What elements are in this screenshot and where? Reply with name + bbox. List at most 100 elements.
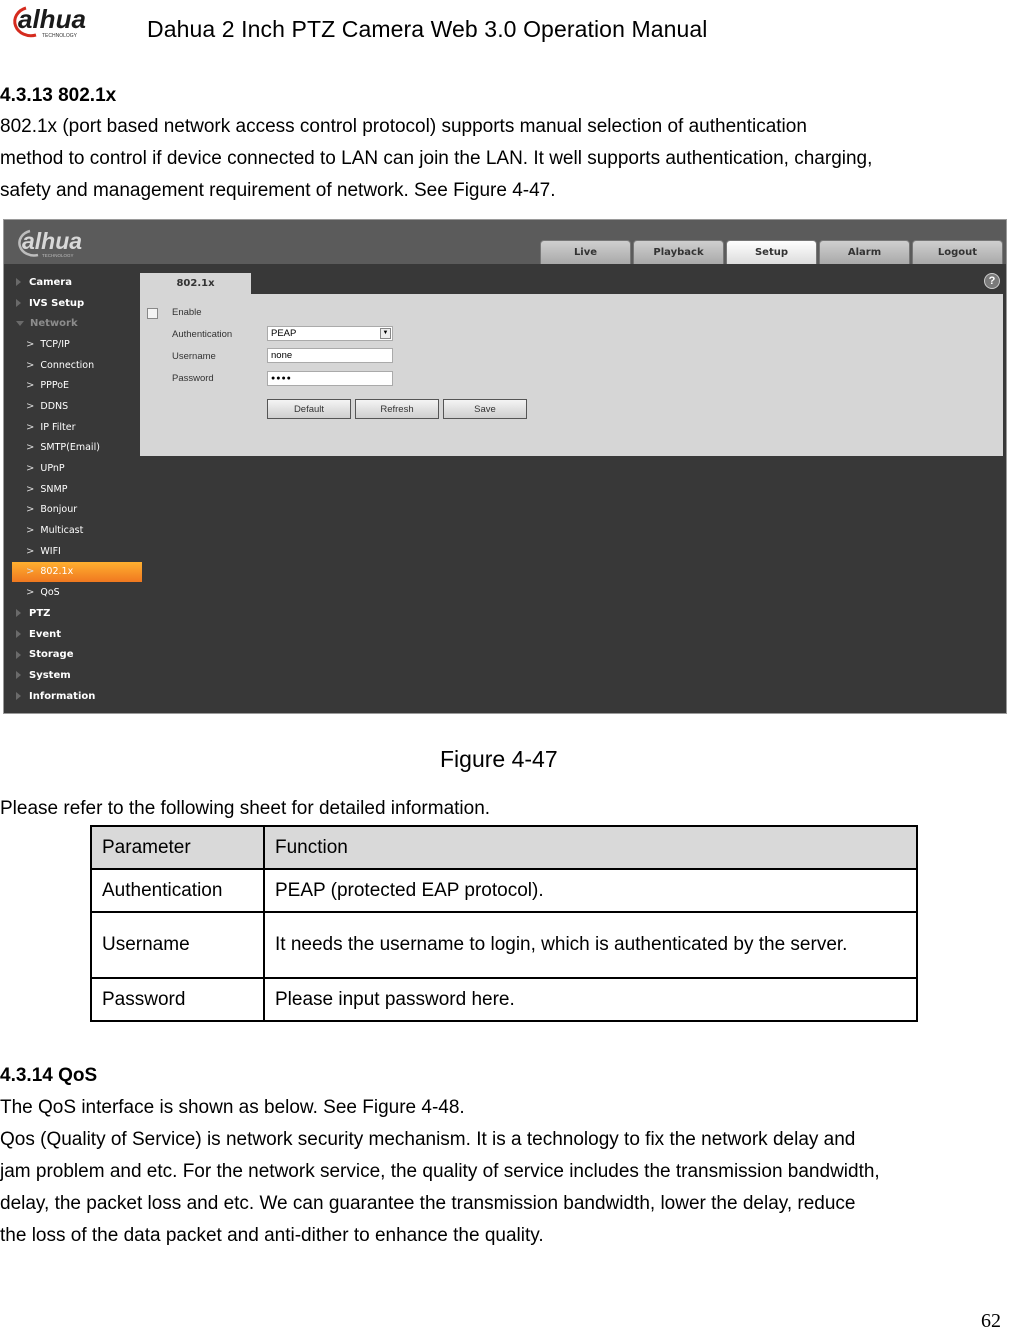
expand-arrow-icon xyxy=(16,630,21,639)
dahua-logo: alhua TECHNOLOGY xyxy=(13,4,86,39)
paragraph-line: delay, the packet loss and etc. We can g… xyxy=(0,1193,856,1214)
authentication-select[interactable]: PEAP ▼ xyxy=(267,326,393,341)
sidebar-item-label: TCP/IP xyxy=(40,338,70,350)
sidebar-subitem-connection[interactable]: > Connection xyxy=(12,355,142,376)
manual-title: Dahua 2 Inch PTZ Camera Web 3.0 Operatio… xyxy=(147,16,708,42)
username-input[interactable]: none xyxy=(267,348,393,363)
chevron-right-icon: > xyxy=(26,400,35,412)
chevron-right-icon: > xyxy=(26,380,35,392)
parameter-table: Parameter Function Authentication PEAP (… xyxy=(90,825,918,1022)
sidebar-item-event[interactable]: Event xyxy=(12,624,142,645)
sidebar-subitem-wifi[interactable]: > WIFI xyxy=(12,541,142,562)
sidebar-item-ptz[interactable]: PTZ xyxy=(12,603,142,624)
sidebar-item-information[interactable]: Information xyxy=(12,686,142,707)
figure-caption: Figure 4-47 xyxy=(440,746,558,772)
paragraph-line: jam problem and etc. For the network ser… xyxy=(0,1161,880,1182)
table-row: Password Please input password here. xyxy=(90,977,918,1022)
paragraph-line: safety and management requirement of net… xyxy=(0,180,556,201)
chevron-right-icon: > xyxy=(26,359,35,371)
sidebar-item-label: UPnP xyxy=(40,463,65,475)
table-intro: Please refer to the following sheet for … xyxy=(0,798,491,819)
default-button[interactable]: Default xyxy=(267,399,351,419)
paragraph-line: method to control if device connected to… xyxy=(0,148,873,169)
chevron-right-icon: > xyxy=(26,587,35,599)
chevron-right-icon: > xyxy=(26,442,35,454)
paragraph-line: 802.1x (port based network access contro… xyxy=(0,116,807,137)
sidebar-subitem-qos[interactable]: > QoS xyxy=(12,582,142,603)
chevron-right-icon: > xyxy=(26,525,35,537)
sidebar-item-camera[interactable]: Camera xyxy=(12,272,142,293)
sidebar-item-system[interactable]: System xyxy=(12,665,142,686)
expand-arrow-icon xyxy=(16,278,21,287)
table-cell-parameter: Username xyxy=(90,911,265,979)
expand-arrow-icon xyxy=(16,299,21,308)
chevron-right-icon: > xyxy=(26,338,35,350)
help-icon[interactable]: ? xyxy=(984,273,1000,289)
sidebar-subitem-upnp[interactable]: > UPnP xyxy=(12,458,142,479)
enable-checkbox[interactable] xyxy=(147,308,158,319)
sidebar-subitem-pppoe[interactable]: > PPPoE xyxy=(12,375,142,396)
page-number: 62 xyxy=(981,1310,1001,1332)
password-input[interactable]: ●●●● xyxy=(267,371,393,386)
sidebar-subitem-snmp[interactable]: > SNMP xyxy=(12,479,142,500)
table-cell-function: PEAP (protected EAP protocol). xyxy=(263,868,918,913)
sidebar-subitem-ddns[interactable]: > DDNS xyxy=(12,396,142,417)
logo-subtext: TECHNOLOGY xyxy=(42,33,78,39)
sidebar-subitem-multicast[interactable]: > Multicast xyxy=(12,520,142,541)
sidebar-item-ivs-setup[interactable]: IVS Setup xyxy=(12,293,142,314)
chevron-right-icon: > xyxy=(26,545,35,557)
panel-tab-8021x[interactable]: 802.1x xyxy=(140,273,251,294)
password-label: Password xyxy=(172,373,214,384)
logo-wordmark: alhua xyxy=(18,4,86,34)
paragraph-line: the loss of the data packet and anti-dit… xyxy=(0,1225,544,1246)
chevron-right-icon: > xyxy=(26,483,35,495)
sidebar-subitem-bonjour[interactable]: > Bonjour xyxy=(12,500,142,521)
figure-8021x-screenshot: alhua TECHNOLOGY Live Playback Setup Ala… xyxy=(3,219,1007,714)
sidebar-item-label: Storage xyxy=(29,649,74,661)
sidebar-item-label: Multicast xyxy=(40,525,84,537)
save-button[interactable]: Save xyxy=(443,399,527,419)
sidebar-item-label: Network xyxy=(30,318,78,330)
refresh-button[interactable]: Refresh xyxy=(355,399,439,419)
collapse-arrow-icon xyxy=(16,321,24,327)
sidebar-subitem-smtp[interactable]: > SMTP(Email) xyxy=(12,438,142,459)
chevron-right-icon: > xyxy=(26,504,35,516)
tab-alarm[interactable]: Alarm xyxy=(819,240,910,264)
app-logo-subtext: TECHNOLOGY xyxy=(42,253,74,258)
sidebar-subitem-tcpip[interactable]: > TCP/IP xyxy=(12,334,142,355)
chevron-right-icon: > xyxy=(26,566,35,578)
sidebar-item-label: QoS xyxy=(40,587,60,599)
app-logo: alhua TECHNOLOGY xyxy=(18,228,82,258)
expand-arrow-icon xyxy=(16,609,21,618)
table-header-row: Parameter Function xyxy=(90,825,918,870)
enable-label: Enable xyxy=(172,307,202,318)
sidebar-subitem-8021x[interactable]: >802.1x xyxy=(12,561,142,583)
tab-playback[interactable]: Playback xyxy=(633,240,724,264)
table-row: Username It needs the username to login,… xyxy=(90,911,918,979)
sidebar-item-label: Information xyxy=(29,690,96,702)
table-cell-function: Please input password here. xyxy=(263,977,918,1022)
table-cell-function: It needs the username to login, which is… xyxy=(263,911,918,979)
section-heading-qos: 4.3.14 QoS xyxy=(0,1065,98,1086)
sidebar-item-network[interactable]: Network xyxy=(12,313,142,334)
sidebar-item-label: Connection xyxy=(40,359,95,371)
tab-setup[interactable]: Setup xyxy=(726,240,817,264)
table-cell-parameter: Authentication xyxy=(90,868,265,913)
sidebar-item-label: Event xyxy=(29,628,62,640)
table-row: Authentication PEAP (protected EAP proto… xyxy=(90,868,918,913)
sidebar-item-label: WIFI xyxy=(40,545,61,557)
tab-logout[interactable]: Logout xyxy=(912,240,1003,264)
username-label: Username xyxy=(172,351,216,362)
sidebar-item-label: SMTP(Email) xyxy=(40,442,100,454)
settings-panel: Enable Authentication PEAP ▼ Username no… xyxy=(140,294,1003,456)
sidebar-subitem-ip-filter[interactable]: > IP Filter xyxy=(12,417,142,438)
section1-paragraph: 802.1x (port based network access contro… xyxy=(0,111,872,207)
expand-arrow-icon xyxy=(16,671,21,680)
expand-arrow-icon xyxy=(16,650,21,659)
sidebar-item-storage[interactable]: Storage xyxy=(12,644,142,665)
app-logo-wordmark: alhua xyxy=(22,228,82,254)
sidebar-item-label: Camera xyxy=(29,276,72,288)
tab-live[interactable]: Live xyxy=(540,240,631,264)
expand-arrow-icon xyxy=(16,692,21,701)
column-header: Parameter xyxy=(90,825,265,870)
